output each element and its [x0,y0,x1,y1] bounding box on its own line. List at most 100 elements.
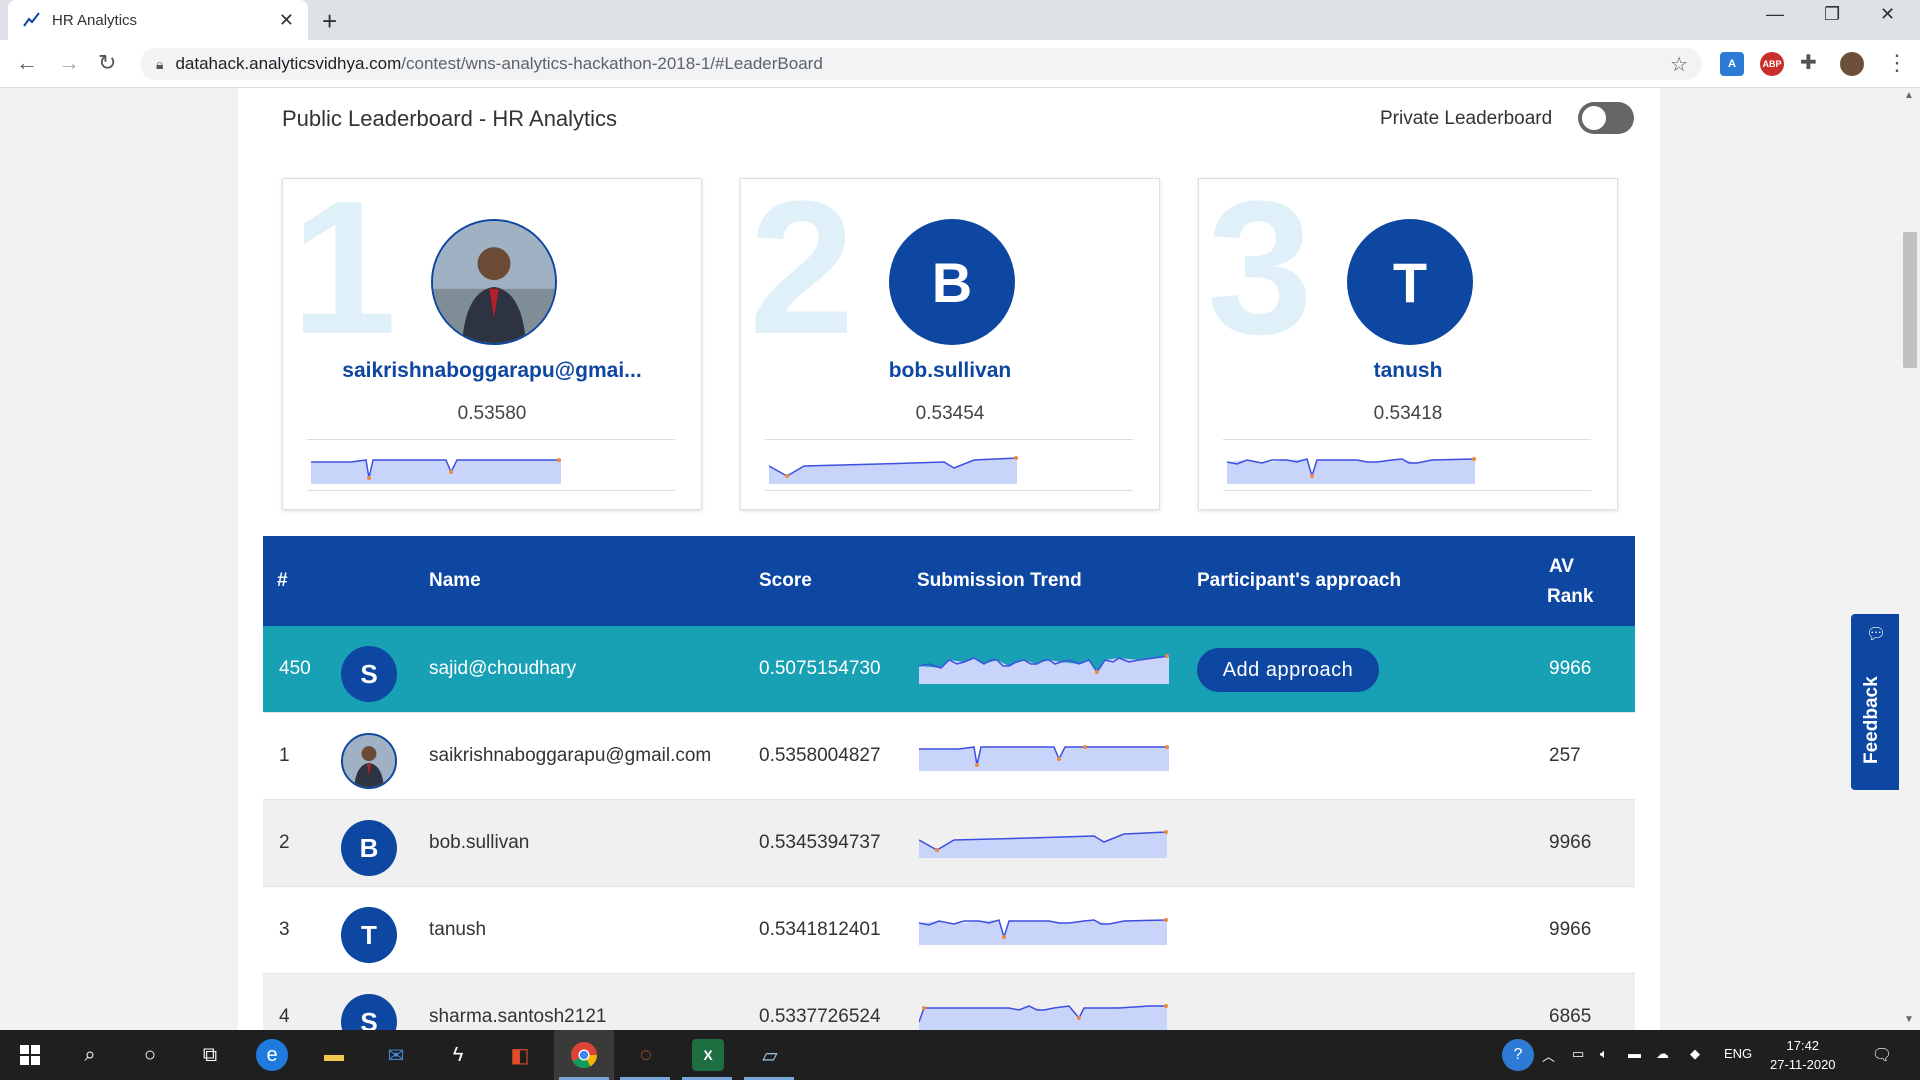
avatar [431,219,557,345]
tray-chevron-icon[interactable]: ︿ [1542,1046,1555,1065]
language-indicator[interactable]: ENG [1724,1046,1752,1061]
row-rank: 450 [279,658,311,679]
clock-date: 27-11-2020 [1770,1057,1836,1072]
notifications-icon[interactable]: 🗨︎ [1866,1039,1898,1071]
row-score: 0.5345394737 [759,832,881,853]
avatar: T [1347,219,1473,345]
browser-menu-icon[interactable]: ⋮ [1886,50,1908,76]
table-row[interactable]: 4 S sharma.santosh2121 0.5337726524 6865 [263,974,1635,1030]
bookmark-star-icon[interactable]: ☆ [1670,52,1688,77]
file-explorer-icon[interactable]: ▬ [318,1039,350,1071]
office-icon[interactable]: ◧ [504,1039,536,1071]
mail-icon[interactable]: ✉ [380,1039,412,1071]
url-path: /contest/wns-analytics-hackathon-2018-1/… [401,54,823,73]
url-domain: datahack.analyticsvidhya.com [175,54,402,73]
leaderboard-table: # Name Score Submission Trend Participan… [263,536,1635,1030]
podium-card-3[interactable]: 3 T tanush 0.53418 [1198,178,1618,510]
podium-username[interactable]: tanush [1199,359,1617,383]
minimize-icon[interactable]: — [1766,4,1784,25]
add-approach-button[interactable]: Add approach [1197,648,1379,692]
feedback-button[interactable]: 💬︎ Feedback [1851,614,1899,790]
podium-username[interactable]: saikrishnaboggarapu@gmai... [283,359,701,383]
table-row[interactable]: 3 T tanush 0.5341812401 9966 [263,887,1635,974]
cortana-icon[interactable]: ○ [134,1039,166,1071]
help-icon[interactable]: ? [1502,1039,1534,1071]
profile-avatar-icon[interactable] [1840,52,1864,76]
row-score: 0.5337726524 [759,1006,881,1027]
page-scrollbar[interactable]: ▲ ▼ [1900,88,1920,1030]
row-rank: 4 [279,1006,290,1027]
back-icon[interactable]: ← [16,50,38,76]
podium-sparkline [1223,439,1591,491]
trend-favicon-icon [23,12,40,27]
podium-score: 0.53418 [1373,403,1443,424]
podium-card-2[interactable]: 2 B bob.sullivan 0.53454 [740,178,1160,510]
adblock-extension-icon[interactable]: ABP [1760,52,1784,76]
private-leaderboard-label: Private Leaderboard [1380,108,1553,129]
row-name[interactable]: sharma.santosh2121 [429,1006,606,1028]
podium-card-1[interactable]: 1 saikrishnaboggarapu@gmai... 0.53580 [282,178,702,510]
tab-title: HR Analytics [52,11,138,29]
address-bar-row: ← → ↻ 🔒︎ datahack.analyticsvidhya.com/co… [0,40,1920,88]
scroll-up-icon[interactable]: ▲ [1904,90,1914,101]
notepad-icon[interactable]: ▱ [754,1039,786,1071]
row-rank: 2 [279,832,290,853]
chrome-icon[interactable] [568,1039,600,1071]
col-approach: Participant's approach [1197,570,1402,591]
scroll-down-icon[interactable]: ▼ [1904,1014,1914,1025]
jupyter-icon[interactable]: ◌ [630,1039,662,1071]
row-rank: 3 [279,919,290,940]
window-close-icon[interactable]: ✕ [1880,4,1895,25]
col-name: Name [429,570,481,591]
new-tab-button[interactable]: + [322,6,337,37]
row-name[interactable]: bob.sullivan [429,832,529,854]
volume-icon[interactable]: 🔈︎ [1600,1046,1608,1062]
row-rank: 1 [279,745,290,766]
row-name[interactable]: saikrishnaboggarapu@gmail.com [429,745,711,767]
translate-extension-icon[interactable]: A [1720,52,1744,76]
podium-rank-number: 3 [1207,178,1313,374]
podium-rank-number: 2 [749,178,855,374]
excel-icon[interactable]: X [692,1039,724,1071]
tab-close-icon[interactable]: ✕ [279,10,294,31]
avatar [341,733,397,789]
row-av-rank: 9966 [1549,832,1592,853]
row-trend-sparkline [919,654,1169,684]
table-row[interactable]: 2 B bob.sullivan 0.5345394737 9966 [263,800,1635,887]
row-name[interactable]: tanush [429,919,486,941]
avatar: S [341,994,397,1030]
forward-icon[interactable]: → [58,50,80,76]
network-icon[interactable]: ▭ [1572,1046,1584,1062]
clock-time: 17:42 [1786,1038,1820,1053]
browser-tab[interactable]: HR Analytics ✕ [8,0,308,40]
search-icon[interactable]: ⌕ [74,1039,106,1071]
row-av-rank: 9966 [1549,658,1592,679]
row-av-rank: 9966 [1549,919,1592,940]
row-score: 0.5075154730 [759,658,881,679]
table-row[interactable]: 450 S sajid@choudhary 0.5075154730 Add a… [263,626,1635,713]
system-clock[interactable]: 17:42 27-11-2020 [1770,1036,1836,1074]
app-s-icon[interactable]: ϟ [442,1039,474,1071]
row-trend-sparkline [919,1004,1168,1030]
task-view-icon[interactable]: ⧉ [194,1039,226,1071]
private-leaderboard-toggle[interactable] [1578,102,1634,134]
restore-icon[interactable]: ❐ [1824,4,1840,25]
scrollbar-thumb[interactable] [1903,232,1917,368]
toggle-knob [1582,106,1606,130]
podium-username[interactable]: bob.sullivan [741,359,1159,383]
onedrive-icon[interactable]: ☁ [1656,1046,1669,1062]
table-row[interactable]: 1 saikrishnaboggarapu@gmail.com 0.535800… [263,713,1635,800]
reload-icon[interactable]: ↻ [98,50,116,76]
url-input[interactable]: 🔒︎ datahack.analyticsvidhya.com/contest/… [140,48,1702,80]
col-av-rank-1: AV [1549,556,1574,577]
battery-icon[interactable]: ▬ [1628,1046,1641,1061]
dropbox-icon[interactable]: ◆ [1690,1046,1700,1062]
row-name[interactable]: sajid@choudhary [429,658,576,680]
page-viewport: Public Leaderboard - HR Analytics Privat… [0,88,1900,1030]
podium-sparkline [765,439,1133,491]
taskbar: ⌕ ○ ⧉ e ▬ ✉ ϟ ◧ ◌ X ▱ ? ︿ ▭ 🔈︎ ▬ ☁ ◆ ENG… [0,1030,1920,1080]
windows-start-icon[interactable] [14,1039,46,1071]
edge-browser-icon[interactable]: e [256,1039,288,1071]
row-av-rank: 257 [1549,745,1581,766]
extensions-puzzle-icon[interactable]: ✚ [1800,50,1817,75]
